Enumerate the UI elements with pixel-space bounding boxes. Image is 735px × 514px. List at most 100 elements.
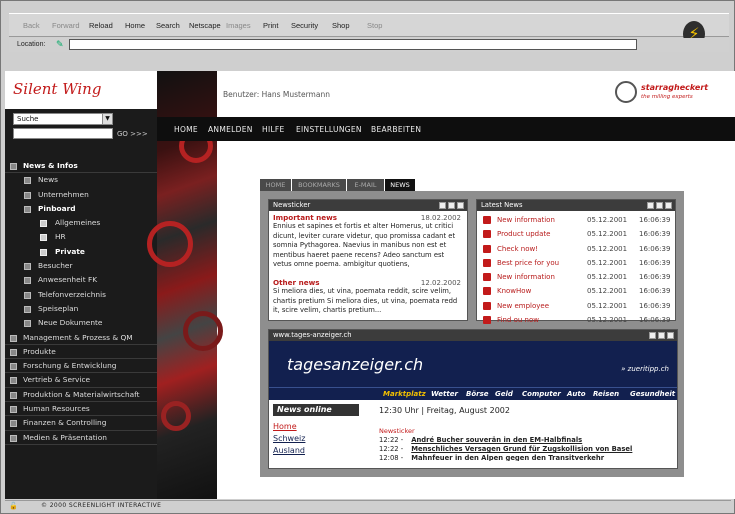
bookmark-icon[interactable]: ✎ [56,40,66,50]
tagesanzeiger-banner[interactable]: tagesanzeiger.ch » zueritipp.ch [269,341,677,387]
sidebar-item[interactable]: Produktion & Materialwirtschaft [5,388,157,403]
minimize-icon[interactable] [649,332,656,339]
sidebar-item[interactable]: Vertrieb & Service [5,373,157,388]
search-go-button[interactable]: GO >>> [117,130,148,138]
sidebar-item[interactable]: Telefonverzeichnis [5,288,157,302]
ta-nav-link[interactable]: Schweiz [273,434,305,443]
chevron-down-icon[interactable]: ▼ [102,114,112,124]
news-title[interactable]: New information [497,213,555,227]
topnav-einstellungen[interactable]: EINSTELLUNGEN [296,125,362,134]
web-page: Silent Wing Suche ▼ GO >>> News & Infos N… [5,71,735,499]
sidebar-item[interactable]: Speiseplan [5,302,157,316]
ta-menu-5[interactable]: Auto [567,390,586,398]
tab-e-mail[interactable]: E-MAIL [347,179,384,191]
ta-menu-1[interactable]: Wetter [431,390,458,398]
ticker-date: 12.02.2002 [420,278,461,287]
tab-home[interactable]: HOME [260,179,291,191]
sidebar-item[interactable]: Forschung & Entwicklung [5,359,157,374]
site-logo[interactable]: Silent Wing [13,80,101,98]
ta-menu-0[interactable]: Marktplatz [383,390,426,398]
sidebar-item-label: Medien & Präsentation [23,432,107,442]
minimize-icon[interactable] [647,202,654,209]
tab-news[interactable]: NEWS [385,179,415,191]
toolbar-print-button[interactable]: Print [263,21,278,30]
search-input[interactable] [13,128,113,139]
search-select[interactable]: Suche ▼ [13,113,113,125]
ta-menu-7[interactable]: Gesundheit [630,390,675,398]
ta-nav-link[interactable]: Ausland [273,446,305,455]
close-icon[interactable] [457,202,464,209]
topnav-home[interactable]: HOME [174,125,198,134]
toolbar-back-button[interactable]: Back [23,21,40,30]
news-item[interactable]: New employee 05.12.2001 16:06:39 [477,299,675,313]
zueritipp-link[interactable]: » zueritipp.ch [621,365,669,373]
close-icon[interactable] [667,332,674,339]
ta-headline-link[interactable]: Menschliches Versagen Grund für Zugskoll… [411,445,632,453]
topnav-hilfe[interactable]: HILFE [262,125,285,134]
ta-headline-link[interactable]: Mahnfeuer in den Alpen gegen den Transit… [411,454,604,461]
ticker-date: 18.02.2002 [420,214,461,222]
sidebar-item[interactable]: Anwesenheit FK [5,273,157,287]
tagesanzeiger-logo[interactable]: tagesanzeiger.ch [287,355,423,374]
security-lock-icon[interactable]: 🔓 [9,502,37,510]
ta-menu-6[interactable]: Reisen [593,390,619,398]
brand-logo[interactable]: starragheckert the milling experts [615,81,711,109]
ta-menu-2[interactable]: Börse [466,390,489,398]
news-item[interactable]: Product update 05.12.2001 16:06:39 [477,227,675,241]
sidebar-item[interactable]: Pinboard [5,202,157,216]
tab-bookmarks[interactable]: BOOKMARKS [292,179,346,191]
news-title[interactable]: KnowHow [497,284,531,298]
sidebar-item[interactable]: Medien & Präsentation [5,431,157,445]
location-input[interactable] [69,39,637,50]
sidebar-item[interactable]: Allgemeines [5,216,157,230]
news-item[interactable]: KnowHow 05.12.2001 16:06:39 [477,284,675,298]
toolbar-stop-button[interactable]: Stop [367,21,382,30]
toolbar-home-button[interactable]: Home [125,21,145,30]
sidebar-item[interactable]: News & Infos [5,159,157,174]
ta-menu-4[interactable]: Computer [522,390,561,398]
sidebar-item[interactable]: Management & Prozess & QM [5,331,157,345]
toolbar-reload-button[interactable]: Reload [89,21,113,30]
toolbar-netscape-button[interactable]: Netscape [189,21,221,30]
topnav-anmelden[interactable]: ANMELDEN [208,125,253,134]
sidebar-item[interactable]: Produkte [5,345,157,360]
news-title[interactable]: New employee [497,299,549,313]
sidebar-item[interactable]: Neue Dokumente [5,316,157,330]
ta-headline-link[interactable]: André Bucher souverän in den EM-Halbfina… [411,436,582,444]
news-title[interactable]: Check now! [497,242,538,256]
topnav-bearbeiten[interactable]: BEARBEITEN [371,125,421,134]
sidebar-item[interactable]: News [5,173,157,187]
brand-tagline: the milling experts [641,94,693,100]
sidebar-item[interactable]: HR [5,230,157,244]
ta-nav-link[interactable]: Home [273,422,297,431]
sidebar-item[interactable]: Human Resources [5,402,157,417]
toolbar-security-button[interactable]: Security [291,21,318,30]
sidebar-item[interactable]: Besucher [5,259,157,273]
maximize-icon[interactable] [656,202,663,209]
news-title[interactable]: Find ou now [497,313,539,327]
toolbar-forward-button[interactable]: Forward [52,21,80,30]
news-item[interactable]: New information 05.12.2001 16:06:39 [477,213,675,227]
document-icon [40,248,47,256]
news-item[interactable]: Check now! 05.12.2001 16:06:39 [477,242,675,256]
toolbar-search-button[interactable]: Search [156,21,180,30]
folder-icon [10,420,17,428]
news-time: 16:06:39 [639,316,671,325]
toolbar-shop-button[interactable]: Shop [332,21,350,30]
ta-menu-3[interactable]: Geld [495,390,513,398]
maximize-icon[interactable] [658,332,665,339]
toolbar-images-button[interactable]: Images [226,21,251,30]
sidebar-item[interactable]: Unternehmen [5,188,157,202]
maximize-icon[interactable] [448,202,455,209]
sidebar-item-label: Human Resources [23,404,90,414]
news-item[interactable]: Find ou now 05.12.2001 16:06:39 [477,313,675,327]
close-icon[interactable] [665,202,672,209]
sidebar-item[interactable]: Private [5,245,157,259]
news-item[interactable]: Best price for you 05.12.2001 16:06:39 [477,256,675,270]
sidebar-item[interactable]: Finanzen & Controlling [5,416,157,431]
minimize-icon[interactable] [439,202,446,209]
news-title[interactable]: Best price for you [497,256,559,270]
news-item[interactable]: New information 05.12.2001 16:06:39 [477,270,675,284]
news-title[interactable]: Product update [497,227,550,241]
news-title[interactable]: New information [497,270,555,284]
